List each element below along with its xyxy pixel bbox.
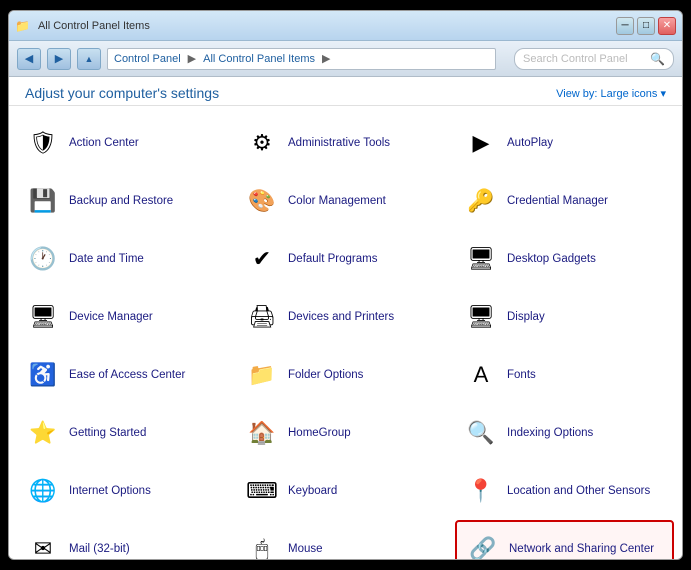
credential-manager-icon: 🔑 <box>463 183 499 219</box>
control-item-devices-printers[interactable]: 🖨 Devices and Printers <box>236 288 455 346</box>
default-programs-icon: ✔ <box>244 241 280 277</box>
up-button[interactable]: ▲ <box>77 48 101 70</box>
indexing-options-label: Indexing Options <box>507 426 593 441</box>
mouse-icon: 🖱 <box>244 531 280 559</box>
close-button[interactable]: ✕ <box>658 17 676 35</box>
color-management-label: Color Management <box>288 194 386 209</box>
window-icon: 📁 <box>15 19 30 33</box>
ease-of-access-icon: ♿ <box>25 357 61 393</box>
address-bar: ◀ ▶ ▲ Control Panel ▶ All Control Panel … <box>9 41 682 77</box>
control-item-color-management[interactable]: 🎨 Color Management <box>236 172 455 230</box>
breadcrumb-all-items[interactable]: All Control Panel Items <box>203 53 315 65</box>
default-programs-label: Default Programs <box>288 252 377 267</box>
search-icon: 🔍 <box>650 52 665 66</box>
items-grid: 🛡 Action Center ⚙ Administrative Tools ▶ Auto… <box>9 106 682 559</box>
color-management-icon: 🎨 <box>244 183 280 219</box>
control-item-indexing-options[interactable]: 🔍 Indexing Options <box>455 404 674 462</box>
homegroup-icon: 🏠 <box>244 415 280 451</box>
control-item-autoplay[interactable]: ▶ AutoPlay <box>455 114 674 172</box>
control-item-date-time[interactable]: 🕐 Date and Time <box>17 230 236 288</box>
title-bar-left: 📁 All Control Panel Items <box>15 19 150 33</box>
folder-options-icon: 📁 <box>244 357 280 393</box>
network-sharing-icon: 🔗 <box>465 531 501 559</box>
keyboard-label: Keyboard <box>288 484 337 499</box>
display-label: Display <box>507 310 545 325</box>
date-time-icon: 🕐 <box>25 241 61 277</box>
getting-started-icon: ⭐ <box>25 415 61 451</box>
devices-printers-label: Devices and Printers <box>288 310 394 325</box>
network-sharing-label: Network and Sharing Center <box>509 542 654 557</box>
autoplay-label: AutoPlay <box>507 136 553 151</box>
control-item-homegroup[interactable]: 🏠 HomeGroup <box>236 404 455 462</box>
mail-icon: ✉ <box>25 531 61 559</box>
control-item-default-programs[interactable]: ✔ Default Programs <box>236 230 455 288</box>
breadcrumb-separator: ▶ <box>188 52 196 65</box>
action-center-label: Action Center <box>69 136 139 151</box>
control-item-backup-restore[interactable]: 💾 Backup and Restore <box>17 172 236 230</box>
credential-manager-label: Credential Manager <box>507 194 608 209</box>
window-title: All Control Panel Items <box>38 20 150 32</box>
device-manager-label: Device Manager <box>69 310 153 325</box>
fonts-icon: A <box>463 357 499 393</box>
breadcrumb-arrow: ▶ <box>322 52 330 65</box>
control-panel-window: 📁 All Control Panel Items ─ □ ✕ ◀ ▶ ▲ Co… <box>8 10 683 560</box>
control-item-mail[interactable]: ✉ Mail (32-bit) <box>17 520 236 559</box>
indexing-options-icon: 🔍 <box>463 415 499 451</box>
getting-started-label: Getting Started <box>69 426 146 441</box>
control-item-ease-of-access[interactable]: ♿ Ease of Access Center <box>17 346 236 404</box>
title-bar: 📁 All Control Panel Items ─ □ ✕ <box>9 11 682 41</box>
window-controls: ─ □ ✕ <box>616 17 676 35</box>
page-title: Adjust your computer's settings <box>25 85 219 101</box>
control-item-keyboard[interactable]: ⌨ Keyboard <box>236 462 455 520</box>
control-item-credential-manager[interactable]: 🔑 Credential Manager <box>455 172 674 230</box>
search-field[interactable]: Search Control Panel 🔍 <box>514 48 674 70</box>
internet-options-icon: 🌐 <box>25 473 61 509</box>
control-item-getting-started[interactable]: ⭐ Getting Started <box>17 404 236 462</box>
folder-options-label: Folder Options <box>288 368 363 383</box>
location-sensors-label: Location and Other Sensors <box>507 484 650 499</box>
control-item-display[interactable]: 🖥 Display <box>455 288 674 346</box>
mouse-label: Mouse <box>288 542 323 557</box>
view-by: View by: Large icons ▾ <box>556 87 666 100</box>
search-placeholder: Search Control Panel <box>523 53 628 65</box>
maximize-button[interactable]: □ <box>637 17 655 35</box>
control-item-internet-options[interactable]: 🌐 Internet Options <box>17 462 236 520</box>
content-header: Adjust your computer's settings View by:… <box>9 77 682 106</box>
homegroup-label: HomeGroup <box>288 426 351 441</box>
control-item-device-manager[interactable]: 🖥 Device Manager <box>17 288 236 346</box>
control-item-administrative-tools[interactable]: ⚙ Administrative Tools <box>236 114 455 172</box>
desktop-gadgets-icon: 🖥 <box>463 241 499 277</box>
view-by-value[interactable]: Large icons ▾ <box>601 88 666 100</box>
breadcrumb-control-panel[interactable]: Control Panel <box>114 53 181 65</box>
date-time-label: Date and Time <box>69 252 144 267</box>
fonts-label: Fonts <box>507 368 536 383</box>
address-field[interactable]: Control Panel ▶ All Control Panel Items … <box>107 48 496 70</box>
display-icon: 🖥 <box>463 299 499 335</box>
backup-restore-label: Backup and Restore <box>69 194 173 209</box>
autoplay-icon: ▶ <box>463 125 499 161</box>
mail-label: Mail (32-bit) <box>69 542 130 557</box>
main-content: Adjust your computer's settings View by:… <box>9 77 682 559</box>
internet-options-label: Internet Options <box>69 484 151 499</box>
control-item-fonts[interactable]: A Fonts <box>455 346 674 404</box>
forward-button[interactable]: ▶ <box>47 48 71 70</box>
administrative-tools-icon: ⚙ <box>244 125 280 161</box>
keyboard-icon: ⌨ <box>244 473 280 509</box>
device-manager-icon: 🖥 <box>25 299 61 335</box>
administrative-tools-label: Administrative Tools <box>288 136 390 151</box>
control-item-mouse[interactable]: 🖱 Mouse <box>236 520 455 559</box>
control-item-action-center[interactable]: 🛡 Action Center <box>17 114 236 172</box>
desktop-gadgets-label: Desktop Gadgets <box>507 252 596 267</box>
devices-printers-icon: 🖨 <box>244 299 280 335</box>
back-button[interactable]: ◀ <box>17 48 41 70</box>
backup-restore-icon: 💾 <box>25 183 61 219</box>
control-item-location-sensors[interactable]: 📍 Location and Other Sensors <box>455 462 674 520</box>
location-sensors-icon: 📍 <box>463 473 499 509</box>
control-item-folder-options[interactable]: 📁 Folder Options <box>236 346 455 404</box>
minimize-button[interactable]: ─ <box>616 17 634 35</box>
control-item-network-sharing[interactable]: 🔗 Network and Sharing Center <box>455 520 674 559</box>
ease-of-access-label: Ease of Access Center <box>69 368 185 383</box>
action-center-icon: 🛡 <box>25 125 61 161</box>
control-item-desktop-gadgets[interactable]: 🖥 Desktop Gadgets <box>455 230 674 288</box>
